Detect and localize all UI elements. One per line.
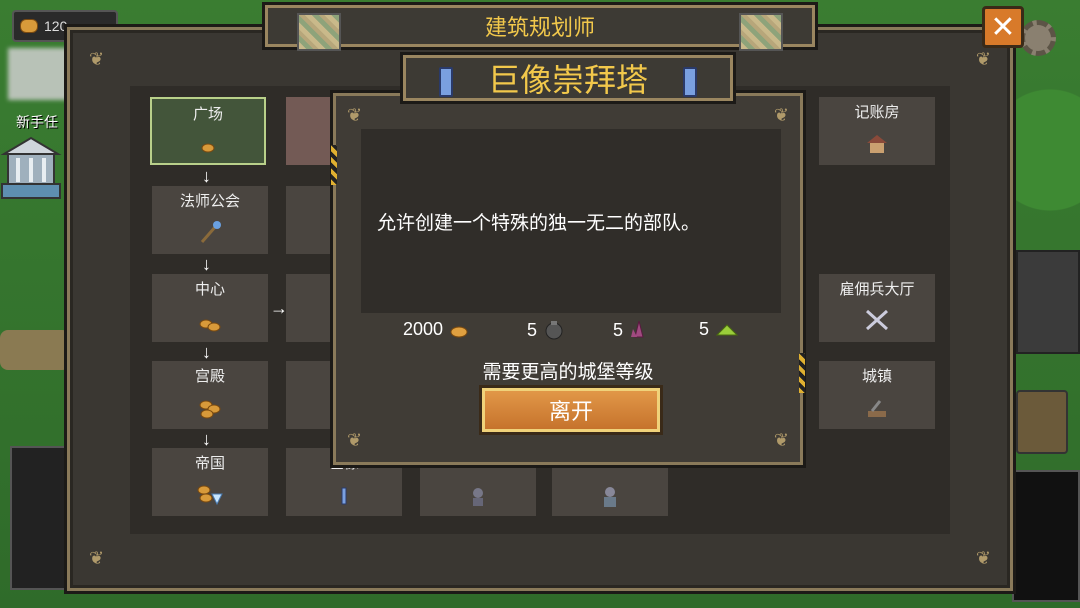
requirement-text: 需要更高的城堡等级 bbox=[482, 362, 654, 383]
tree-node-hidden-2[interactable] bbox=[552, 468, 668, 516]
node-label: 广场 bbox=[192, 106, 223, 123]
arrow-down-icon: ↓ bbox=[202, 342, 211, 362]
corner-ornament-icon: ❦ bbox=[89, 548, 105, 568]
figure-icon bbox=[473, 488, 483, 506]
gold-pile-icon bbox=[199, 400, 221, 419]
arrow-down-icon: ↓ bbox=[202, 166, 211, 186]
cost-gold: 2000 bbox=[403, 319, 469, 340]
cost-row: 2000 5 5 5 bbox=[403, 319, 753, 349]
ore-pot-icon bbox=[545, 321, 563, 340]
vial-icon bbox=[439, 67, 453, 97]
minimap[interactable] bbox=[1012, 470, 1080, 602]
gold-and-diamond-icon bbox=[197, 485, 223, 506]
corner-ornament-icon: ❦ bbox=[347, 105, 363, 125]
gem-icon bbox=[715, 323, 739, 335]
cost-amount: 5 bbox=[699, 319, 710, 339]
gold-pile-icon bbox=[450, 326, 468, 337]
temple-building-icon bbox=[0, 136, 62, 199]
close-button[interactable]: ✕ bbox=[982, 6, 1024, 48]
arrow-down-icon: ↓ bbox=[202, 254, 211, 274]
node-label: 宫殿 bbox=[194, 368, 225, 385]
vial-icon bbox=[683, 67, 697, 97]
tree-node-center[interactable]: 中心 bbox=[152, 274, 268, 342]
building-description: 允许创建一个特殊的独一无二的部队。 bbox=[361, 129, 781, 313]
map-thumbnail-icon bbox=[297, 13, 341, 51]
statue-icon bbox=[604, 487, 616, 507]
node-label: 中心 bbox=[194, 281, 225, 298]
crossed-swords-icon bbox=[865, 309, 889, 331]
corner-ornament-icon: ❦ bbox=[773, 105, 789, 125]
tree-node-mage-guild[interactable]: 法师公会 bbox=[152, 186, 268, 254]
hazard-stripe bbox=[331, 145, 337, 185]
popup-title: 巨像崇拜塔 bbox=[487, 62, 648, 98]
tree-node-empire[interactable]: 帝国 bbox=[152, 448, 268, 516]
cost-amount: 5 bbox=[527, 319, 538, 340]
popup-title-bar: 巨像崇拜塔 bbox=[400, 52, 736, 104]
gold-coin-icon bbox=[20, 19, 38, 33]
corner-ornament-icon: ❦ bbox=[89, 49, 105, 69]
corner-ornament-icon: ❦ bbox=[773, 430, 789, 450]
side-panel bbox=[1016, 250, 1080, 354]
build-menu-button[interactable] bbox=[1016, 390, 1068, 454]
coins-icon bbox=[201, 143, 215, 153]
cost-amount: 2000 bbox=[403, 319, 444, 339]
corner-ornament-icon: ❦ bbox=[975, 548, 991, 568]
node-label: 帝国 bbox=[194, 455, 225, 472]
crystal-icon bbox=[631, 320, 644, 338]
window-title: 建筑规划师 bbox=[484, 15, 595, 40]
node-label: 雇佣兵大厅 bbox=[839, 281, 915, 298]
tree-node-palace[interactable]: 宫殿 bbox=[152, 361, 268, 429]
node-label: 城镇 bbox=[861, 368, 892, 385]
coins-icon bbox=[199, 319, 221, 332]
staff-icon bbox=[200, 221, 221, 243]
cost-amount: 5 bbox=[613, 319, 624, 340]
node-label: 法师公会 bbox=[179, 193, 240, 210]
newbie-quest-label[interactable]: 新手任 bbox=[16, 112, 58, 132]
vial-icon bbox=[341, 487, 347, 505]
tree-node-plaza[interactable]: 广场 bbox=[150, 97, 266, 165]
close-icon: ✕ bbox=[990, 10, 1016, 44]
settings-gear-icon[interactable] bbox=[1020, 20, 1056, 56]
hammer-icon bbox=[868, 400, 886, 417]
cost-gem: 5 bbox=[699, 319, 739, 340]
tree-node-mercenary-hall[interactable]: 雇佣兵大厅 bbox=[819, 274, 935, 342]
house-icon bbox=[867, 135, 887, 153]
corner-ornament-icon: ❦ bbox=[347, 430, 363, 450]
window-title-bar: 建筑规划师 bbox=[262, 2, 818, 51]
tree-node-hidden-1[interactable] bbox=[420, 468, 536, 516]
corner-ornament-icon: ❦ bbox=[975, 49, 991, 69]
leave-button[interactable]: 离开 bbox=[479, 385, 663, 435]
cost-crystal: 5 bbox=[613, 319, 649, 341]
tree-node-counting-house[interactable]: 记账房 bbox=[819, 97, 935, 165]
arrow-down-icon: ↓ bbox=[202, 429, 211, 449]
tree-node-town[interactable]: 城镇 bbox=[819, 361, 935, 429]
dirt-path bbox=[0, 330, 70, 370]
node-label: 记账房 bbox=[854, 104, 900, 121]
description-text: 允许创建一个特殊的独一无二的部队。 bbox=[377, 212, 701, 234]
building-detail-popup: ❦ ❦ ❦ ❦ 允许创建一个特殊的独一无二的部队。 2000 5 5 5 需要更… bbox=[330, 90, 806, 468]
map-thumbnail-icon bbox=[739, 13, 783, 51]
cost-ore: 5 bbox=[527, 319, 565, 341]
